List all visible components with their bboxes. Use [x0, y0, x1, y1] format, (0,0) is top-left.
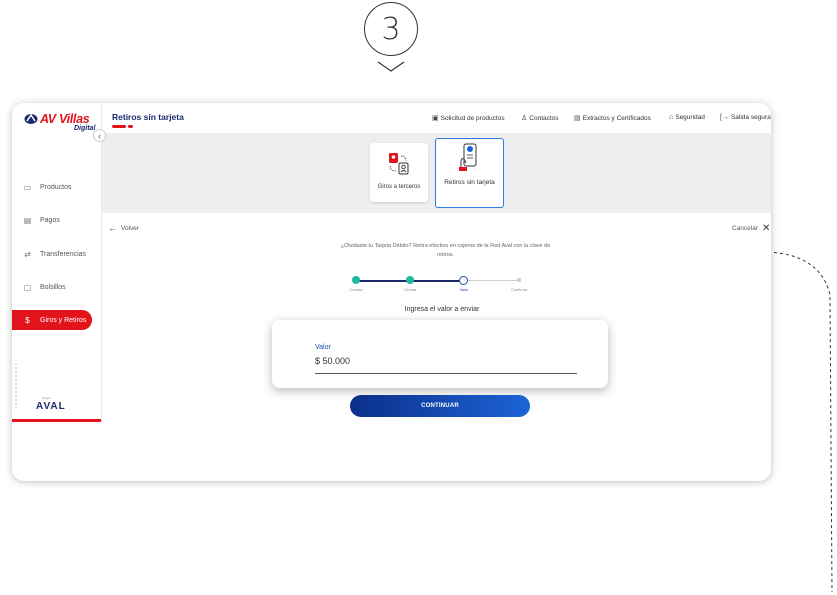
legal-fineprint — [15, 363, 17, 408]
step-dot-confirma — [517, 278, 521, 282]
collapse-sidebar-button[interactable]: ‹ — [93, 129, 106, 142]
wallet-icon: ▭ — [23, 182, 32, 192]
cancel-button[interactable]: Cancelar ✕ — [732, 223, 770, 234]
page-title: Retiros sin tarjeta — [112, 112, 184, 122]
step-label: Confirma — [510, 287, 528, 292]
step-dot-celular — [406, 276, 414, 284]
sidebar-item-label: Giros y Retiros — [40, 316, 87, 324]
card-retiros-sin-tarjeta[interactable]: Retiros sin tarjeta — [435, 138, 504, 208]
sidebar: AV Villas Digital ▭ Productos ▤ Pagos ⇄ … — [12, 103, 102, 423]
phone-withdraw-icon — [459, 143, 477, 171]
stepper-remaining-line — [464, 280, 520, 281]
sidebar-item-label: Pagos — [40, 216, 60, 224]
header-link-solicitud[interactable]: ▣ Solicitud de productos — [432, 114, 505, 123]
step-dot-cuenta — [352, 276, 360, 284]
aval-logo: Grupo AVAL — [36, 396, 66, 412]
sidebar-item-label: Productos — [40, 183, 72, 191]
back-label: Volver — [121, 224, 140, 232]
sidebar-item-label: Transferencias — [40, 250, 87, 258]
transfer-icon: ⇄ — [24, 249, 31, 259]
header-link-label: Salida segura — [730, 114, 771, 121]
chevron-down-icon — [377, 61, 405, 72]
value-input[interactable]: $ 50.000 — [315, 356, 350, 366]
dashed-connector — [761, 251, 833, 593]
user-icon: ♙ — [521, 115, 528, 122]
section-title: Ingresa el valor a enviar — [404, 306, 480, 313]
sidebar-item-label: Bolsillos — [40, 283, 66, 291]
product-cards-band: Giros a terceros Retiros sin tarjeta — [102, 134, 771, 213]
step-label: Celular — [403, 287, 417, 292]
header-link-label: Solicitud de productos — [440, 114, 505, 122]
value-input-underline — [315, 373, 577, 374]
app-window: AV Villas Digital ▭ Productos ▤ Pagos ⇄ … — [12, 103, 771, 481]
header-link-label: Contactos — [529, 114, 559, 122]
hint-text: ¿Olvidaste tu Tarjeta Débito? Retira efe… — [340, 243, 551, 258]
title-underline-dot — [128, 125, 133, 128]
pocket-icon: ▢ — [23, 282, 32, 292]
header-link-label: Extractos y Certificados — [582, 114, 651, 122]
aval-logo-text: AVAL — [36, 401, 66, 412]
step-dot-valor — [459, 276, 468, 285]
back-button[interactable]: ← Volver — [108, 223, 139, 233]
value-card: Valor $ 50.000 — [272, 320, 608, 388]
file-icon: ▤ — [574, 115, 581, 122]
header-link-contactos[interactable]: ♙ Contactos — [521, 114, 559, 123]
header-link-extractos[interactable]: ▤ Extractos y Certificados — [574, 114, 651, 123]
document-icon: ▣ — [432, 115, 439, 122]
aval-logo-sub: Grupo — [42, 396, 51, 400]
continue-button[interactable]: CONTINUAR — [350, 395, 530, 417]
logout-icon: [→ — [720, 114, 729, 121]
cash-icon: $ — [25, 315, 30, 325]
logo-mark-icon — [24, 113, 38, 124]
card-giros-a-terceros[interactable]: Giros a terceros — [370, 143, 428, 202]
brand-logo[interactable]: AV Villas Digital — [22, 112, 96, 134]
step-number-circle: 3 — [364, 2, 418, 56]
card-label: Giros a terceros — [377, 184, 421, 190]
header-link-salida-segura[interactable]: [→ Salida segura — [720, 114, 771, 121]
arrow-left-icon: ← — [108, 223, 117, 233]
transfer-people-icon — [389, 153, 409, 175]
sidebar-item-pagos[interactable]: ▤ Pagos — [12, 210, 101, 230]
cancel-label: Cancelar — [732, 225, 759, 232]
logo-sub-text: Digital — [74, 125, 96, 132]
logo-brand-text: AV Villas — [40, 112, 90, 126]
header-link-label: Seguridad — [675, 114, 705, 121]
sidebar-item-productos[interactable]: ▭ Productos — [12, 177, 101, 197]
close-icon: ✕ — [762, 223, 771, 234]
sidebar-item-bolsillos[interactable]: ▢ Bolsillos — [12, 277, 101, 297]
card-label: Retiros sin tarjeta — [444, 179, 495, 186]
sidebar-accent-line — [12, 419, 101, 422]
lock-icon: ⌂ — [669, 114, 674, 121]
card-icon: ▤ — [23, 215, 32, 225]
top-header: Retiros sin tarjeta ▣ Solicitud de produ… — [102, 103, 771, 134]
sidebar-item-giros-y-retiros[interactable]: $ Giros y Retiros — [12, 310, 92, 330]
step-label-current: Valor — [459, 287, 469, 292]
value-field-label: Valor — [315, 344, 331, 351]
title-underline — [112, 125, 126, 128]
header-link-seguridad[interactable]: ⌂ Seguridad — [669, 114, 705, 121]
step-label: Cuenta — [349, 287, 363, 292]
sidebar-item-transferencias[interactable]: ⇄ Transferencias — [12, 244, 101, 264]
